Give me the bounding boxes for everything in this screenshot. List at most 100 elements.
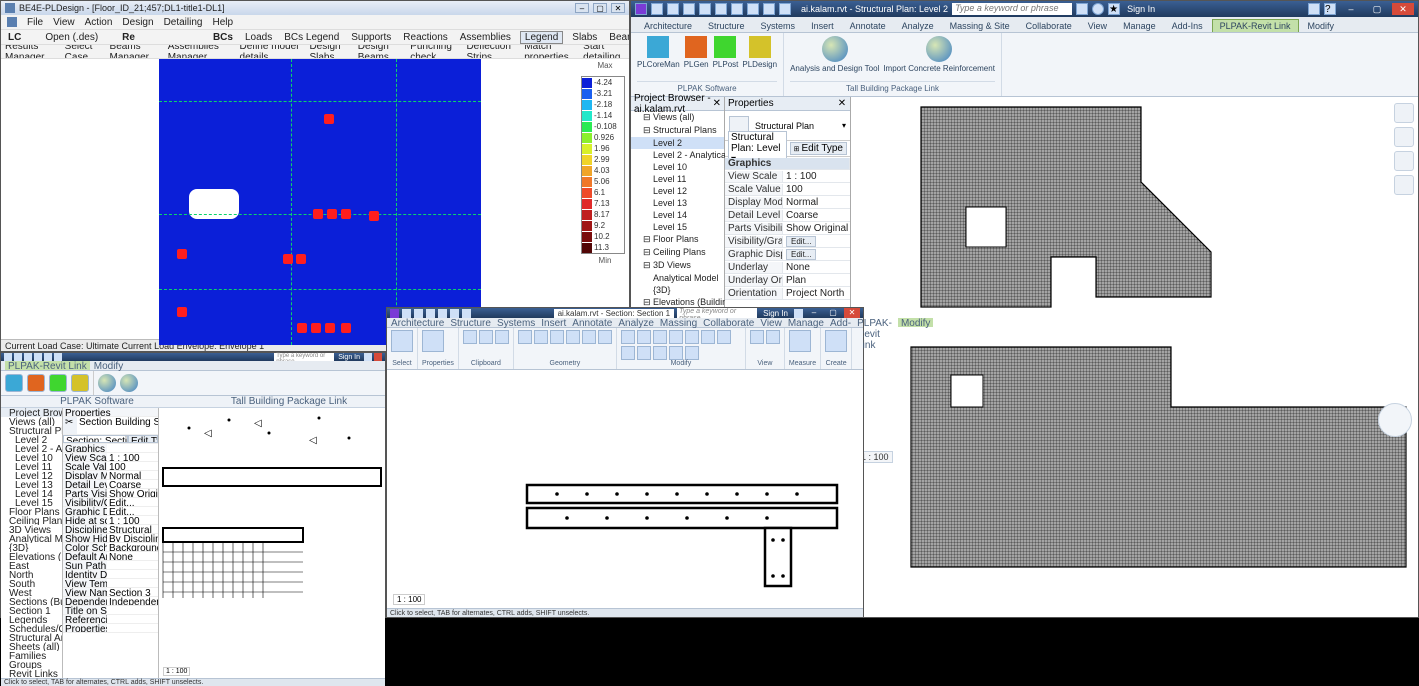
- quick-icon[interactable]: [779, 3, 791, 15]
- pb-node[interactable]: Ceiling Plans: [1, 516, 62, 525]
- prop-value[interactable]: None: [783, 262, 850, 273]
- tb2-item[interactable]: Start detailing: [583, 45, 625, 59]
- prop-value[interactable]: Edit...: [783, 249, 850, 260]
- pb-node[interactable]: Level 11: [631, 173, 724, 185]
- prop-value[interactable]: [107, 444, 158, 452]
- icon[interactable]: [598, 330, 612, 344]
- props-close-icon[interactable]: ✕: [837, 98, 847, 109]
- pb-node[interactable]: Elevations (Building...: [1, 552, 62, 561]
- pb-node[interactable]: Level 14: [1, 489, 62, 498]
- btn-bcs[interactable]: BCs: [210, 32, 236, 43]
- pb-node[interactable]: 3D Views: [1, 525, 62, 534]
- props-row[interactable]: Graphic Displa...Edit...: [63, 507, 158, 516]
- prop-value[interactable]: Background: [107, 543, 158, 551]
- props-row[interactable]: Parts VisibilityShow Original: [63, 489, 158, 498]
- rv2-search[interactable]: Type a keyword or phrase: [274, 353, 334, 361]
- props-row[interactable]: Display ModelNormal: [63, 471, 158, 480]
- icon[interactable]: [685, 346, 699, 360]
- pb-node[interactable]: Structural Area Reinf...: [1, 633, 62, 642]
- icon[interactable]: [566, 330, 580, 344]
- quick-icon[interactable]: [450, 309, 459, 318]
- pb-node[interactable]: Level 13: [1, 480, 62, 489]
- icon[interactable]: [534, 330, 548, 344]
- prop-value[interactable]: [107, 615, 158, 623]
- props-row[interactable]: Show Hidden Li...By Discipline: [63, 534, 158, 543]
- btn-pldesign[interactable]: [71, 374, 89, 392]
- btn-plpost[interactable]: [49, 374, 67, 392]
- quick-icon[interactable]: [715, 3, 727, 15]
- cut-icon[interactable]: [479, 330, 493, 344]
- props-row[interactable]: Default Analysi...None: [63, 552, 158, 561]
- pld-titlebar[interactable]: BE4E-PLDesign - [Floor_ID_21;457;DL1-tit…: [1, 1, 629, 15]
- quick-icon[interactable]: [414, 309, 423, 318]
- props-row[interactable]: OrientationProject North: [725, 287, 850, 300]
- icon[interactable]: [669, 346, 683, 360]
- btn-plgen[interactable]: PLGen: [684, 36, 709, 69]
- tab-systems[interactable]: Systems: [754, 20, 803, 32]
- rv-min-button[interactable]: –: [1340, 3, 1362, 15]
- pb-node[interactable]: Level 2: [1, 435, 62, 444]
- props-row[interactable]: UnderlayNone: [725, 261, 850, 274]
- prop-value[interactable]: Section 3: [107, 588, 158, 596]
- rv2-close-button[interactable]: [374, 353, 382, 361]
- rv3-close[interactable]: ✕: [844, 308, 860, 318]
- props-row[interactable]: Visibility/Graph...Edit...: [63, 498, 158, 507]
- pb-node[interactable]: Level 2 - Analytic...: [1, 444, 62, 453]
- paste-icon[interactable]: [463, 330, 477, 344]
- icon[interactable]: [717, 330, 731, 344]
- pb-close-icon[interactable]: ✕: [713, 98, 721, 109]
- prop-value[interactable]: Edit...: [107, 498, 158, 506]
- quick-icon[interactable]: [438, 309, 447, 318]
- icon[interactable]: [621, 330, 635, 344]
- prop-value[interactable]: Show Original: [107, 489, 158, 497]
- quick-icon[interactable]: [763, 3, 775, 15]
- menu-action[interactable]: Action: [85, 17, 113, 28]
- pb-node[interactable]: West: [1, 588, 62, 597]
- type-selector[interactable]: Section: Section 1 ▾: [63, 435, 128, 443]
- rv3-search[interactable]: Type a keyword or phrase: [677, 308, 757, 318]
- props-row[interactable]: Referencing D...: [63, 615, 158, 624]
- props-row[interactable]: View Scale1 : 100: [63, 453, 158, 462]
- props-row[interactable]: Detail LevelCoarse: [63, 480, 158, 489]
- rv-search-input[interactable]: Type a keyword or phrase: [952, 3, 1072, 15]
- pb-node[interactable]: Sheets (all): [1, 642, 62, 651]
- menu-file[interactable]: File: [27, 17, 43, 28]
- prop-value[interactable]: 1 : 100: [107, 516, 158, 524]
- orbit-icon[interactable]: [1394, 175, 1414, 195]
- menu-design[interactable]: Design: [122, 17, 153, 28]
- pb-node[interactable]: Level 12: [631, 185, 724, 197]
- pb-node[interactable]: Analytical Model: [631, 272, 724, 284]
- props-row[interactable]: Scale Value 1:100: [63, 462, 158, 471]
- pb-node[interactable]: Revit Links: [1, 669, 62, 678]
- tb2-item[interactable]: Deflection Strips: [466, 45, 516, 59]
- signin-link[interactable]: Sign In: [1124, 4, 1158, 14]
- pb-node[interactable]: Sections (Building Se...: [1, 597, 62, 606]
- exchange-icon[interactable]: [1308, 3, 1320, 15]
- pb-node[interactable]: Level 10: [1, 453, 62, 462]
- pb-node[interactable]: South: [1, 579, 62, 588]
- measure-icon[interactable]: [789, 330, 811, 352]
- edit-button[interactable]: Edit...: [786, 236, 816, 247]
- prop-value[interactable]: Edit...: [107, 507, 158, 515]
- tab[interactable]: PLPAK-Revit Link: [857, 318, 892, 327]
- prop-value[interactable]: 100: [107, 462, 158, 470]
- prop-value[interactable]: [107, 606, 158, 614]
- modify-icon[interactable]: [391, 330, 413, 352]
- rv-titlebar[interactable]: ai.kalam.rvt - Structural Plan: Level 2 …: [631, 1, 1418, 17]
- s-icon[interactable]: [1092, 3, 1104, 15]
- pb-node[interactable]: Structural Plans: [1, 426, 62, 435]
- menu-detailing[interactable]: Detailing: [164, 17, 203, 28]
- tb2-item[interactable]: Design Slabs: [309, 45, 349, 59]
- nav-wheel[interactable]: [1378, 403, 1412, 437]
- dropdown-icon[interactable]: ▾: [842, 121, 846, 130]
- home-icon[interactable]: [1394, 103, 1414, 123]
- pld-close-button[interactable]: ✕: [611, 3, 625, 13]
- prop-value[interactable]: Structural: [107, 525, 158, 533]
- props-row[interactable]: Title on Sheet: [63, 606, 158, 615]
- props-row[interactable]: Detail LevelCoarse: [725, 209, 850, 222]
- tab-manage[interactable]: Manage: [1116, 20, 1163, 32]
- tab[interactable]: Annotate: [572, 318, 612, 327]
- menu-help[interactable]: Help: [212, 17, 233, 28]
- tab-addins[interactable]: Add-Ins: [1165, 20, 1210, 32]
- pld-canvas[interactable]: [1, 59, 581, 339]
